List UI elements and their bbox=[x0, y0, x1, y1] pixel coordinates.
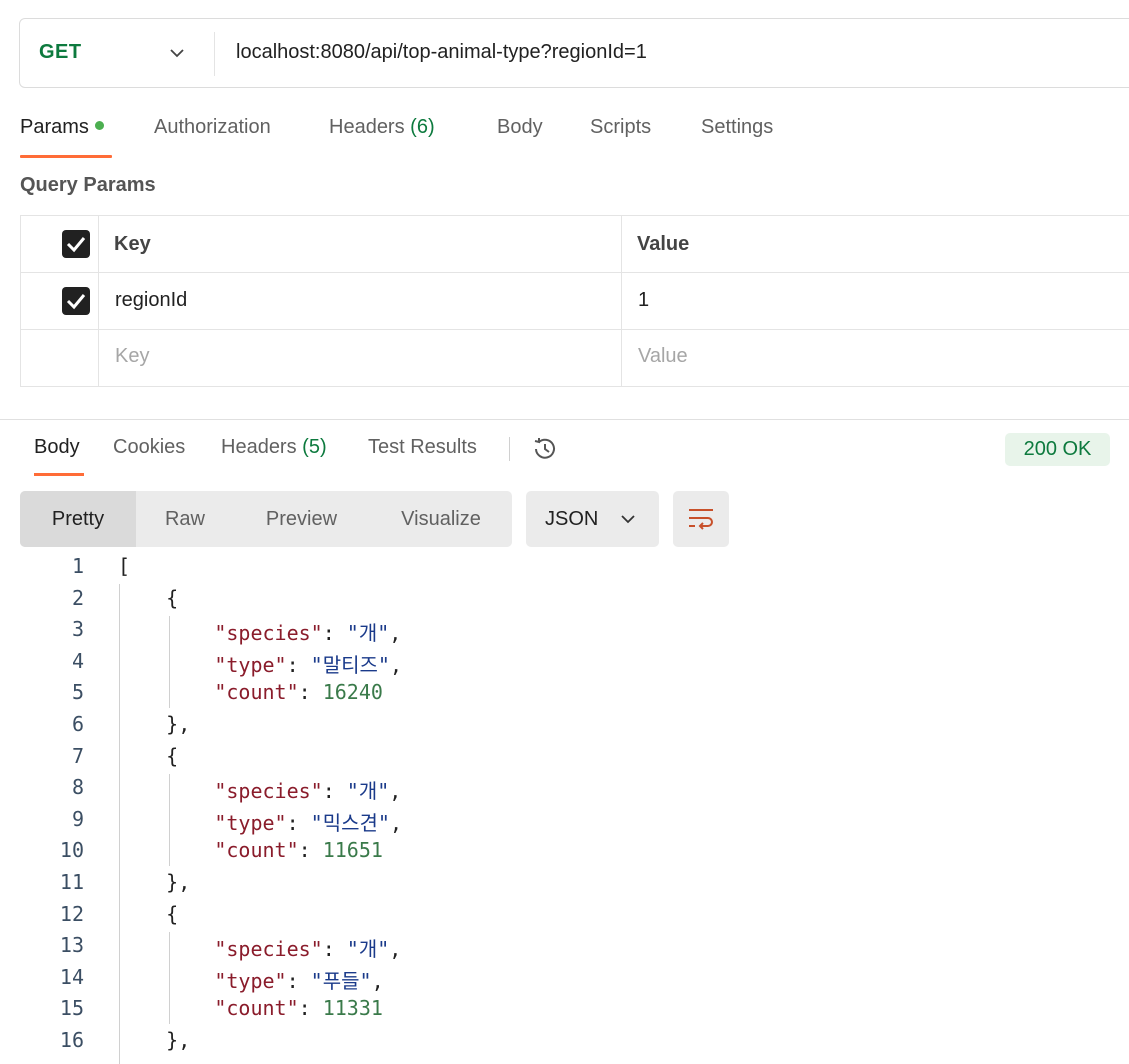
code-text: "type": "말티즈", bbox=[214, 652, 403, 677]
url-divider bbox=[214, 32, 215, 76]
query-params-table: Key Value regionId 1 Key Value bbox=[20, 215, 1129, 387]
code-text: }, bbox=[118, 712, 191, 736]
code-text: }, bbox=[118, 870, 191, 894]
code-line: 3 "species": "개", bbox=[0, 617, 1129, 649]
new-value-input[interactable]: Value bbox=[638, 345, 688, 368]
params-indicator-dot bbox=[94, 121, 104, 131]
code-text: { bbox=[118, 743, 179, 768]
select-all-checkbox[interactable] bbox=[62, 230, 90, 258]
param-value-input[interactable]: 1 bbox=[638, 289, 649, 312]
code-line: 13 "species": "개", bbox=[0, 933, 1129, 965]
code-text: "type": "푸들", bbox=[214, 968, 384, 993]
code-text: { bbox=[118, 585, 179, 610]
tab-scripts[interactable]: Scripts bbox=[590, 116, 651, 139]
code-line: 12 { bbox=[0, 902, 1129, 934]
code-text: "count": 16240 bbox=[214, 680, 383, 705]
code-text: "type": "믹스견", bbox=[214, 810, 403, 835]
history-icon[interactable] bbox=[530, 434, 560, 464]
checkmark-icon bbox=[66, 294, 86, 310]
key-column-header: Key bbox=[114, 233, 151, 255]
tab-params[interactable]: Params bbox=[20, 116, 104, 139]
tab-headers[interactable]: Headers (6) bbox=[329, 116, 435, 139]
line-number: 2 bbox=[71, 585, 84, 610]
response-tab-cookies[interactable]: Cookies bbox=[113, 436, 185, 459]
line-number: 11 bbox=[59, 870, 84, 894]
tab-settings[interactable]: Settings bbox=[701, 116, 773, 139]
line-number: 7 bbox=[71, 743, 84, 768]
param-key-input[interactable]: regionId bbox=[115, 289, 187, 312]
line-number: 10 bbox=[59, 838, 84, 863]
code-line: 16 }, bbox=[0, 1028, 1129, 1060]
url-input[interactable]: localhost:8080/api/top-animal-type?regio… bbox=[236, 41, 647, 64]
table-row: Key Value bbox=[21, 330, 1129, 387]
code-text: [ bbox=[118, 554, 131, 578]
line-number: 16 bbox=[59, 1028, 84, 1052]
code-text: }, bbox=[118, 1028, 191, 1052]
line-number: 5 bbox=[71, 680, 84, 705]
tab-body[interactable]: Body bbox=[497, 116, 543, 139]
view-visualize-button[interactable]: Visualize bbox=[384, 491, 498, 547]
method-select[interactable]: GET bbox=[39, 41, 82, 64]
code-line: 4 "type": "말티즈", bbox=[0, 649, 1129, 681]
line-number: 12 bbox=[59, 901, 84, 926]
request-url-bar: GET localhost:8080/api/top-animal-type?r… bbox=[19, 18, 1129, 88]
response-tab-underline bbox=[34, 473, 84, 476]
code-line: 10 "count": 11651 bbox=[0, 838, 1129, 870]
line-number: 15 bbox=[59, 996, 84, 1021]
param-checkbox[interactable] bbox=[62, 287, 90, 315]
line-number: 3 bbox=[71, 617, 84, 642]
line-number: 6 bbox=[71, 712, 84, 736]
code-line: 6 }, bbox=[0, 712, 1129, 744]
wrap-lines-button[interactable] bbox=[673, 491, 729, 547]
code-text: "species": "개", bbox=[214, 779, 402, 804]
response-tab-body[interactable]: Body bbox=[34, 436, 80, 459]
query-params-title: Query Params bbox=[20, 174, 156, 196]
wrap-lines-icon bbox=[689, 509, 713, 530]
active-tab-underline bbox=[20, 155, 112, 158]
code-line: 8 "species": "개", bbox=[0, 775, 1129, 807]
line-number: 1 bbox=[71, 554, 84, 578]
code-line: 5 "count": 16240 bbox=[0, 680, 1129, 712]
format-select[interactable]: JSON bbox=[526, 491, 659, 547]
view-pretty-button[interactable]: Pretty bbox=[20, 491, 136, 547]
chevron-down-icon[interactable] bbox=[167, 43, 187, 63]
tab-authorization[interactable]: Authorization bbox=[154, 116, 271, 139]
code-text: "species": "개", bbox=[214, 621, 402, 646]
code-text: "species": "개", bbox=[214, 937, 402, 962]
code-line: 9 "type": "믹스견", bbox=[0, 807, 1129, 839]
response-tab-test-results[interactable]: Test Results bbox=[368, 436, 477, 459]
view-mode-switcher: Pretty Raw Preview Visualize bbox=[20, 491, 512, 547]
code-text: "count": 11651 bbox=[214, 838, 383, 863]
status-badge: 200 OK bbox=[1005, 433, 1110, 466]
pane-divider[interactable] bbox=[0, 419, 1129, 420]
code-line: 15 "count": 11331 bbox=[0, 996, 1129, 1028]
line-number: 4 bbox=[71, 648, 84, 673]
line-number: 14 bbox=[59, 964, 84, 989]
response-tab-headers[interactable]: Headers (5) bbox=[221, 436, 327, 459]
line-number: 9 bbox=[71, 806, 84, 831]
chevron-down-icon bbox=[621, 515, 635, 524]
code-line: 1[ bbox=[0, 554, 1129, 586]
line-number: 8 bbox=[71, 775, 84, 800]
code-line: 7 { bbox=[0, 744, 1129, 776]
view-preview-button[interactable]: Preview bbox=[250, 491, 353, 547]
format-label: JSON bbox=[545, 508, 599, 530]
value-column-header: Value bbox=[637, 233, 690, 255]
code-text: { bbox=[118, 901, 179, 926]
table-row: regionId 1 bbox=[21, 273, 1129, 330]
new-key-input[interactable]: Key bbox=[115, 345, 149, 368]
tabs-separator bbox=[509, 437, 510, 461]
code-text: "count": 11331 bbox=[214, 996, 383, 1021]
code-line: 11 }, bbox=[0, 870, 1129, 902]
line-number: 13 bbox=[59, 933, 84, 958]
code-line: 14 "type": "푸들", bbox=[0, 965, 1129, 997]
checkmark-icon bbox=[66, 237, 86, 253]
view-raw-button[interactable]: Raw bbox=[146, 491, 224, 547]
table-header-row: Key Value bbox=[21, 216, 1129, 273]
code-line: 2 { bbox=[0, 586, 1129, 618]
